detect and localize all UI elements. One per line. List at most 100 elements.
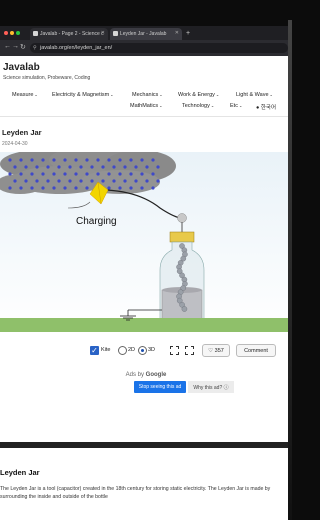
charge-particle bbox=[101, 179, 105, 183]
charge-particle bbox=[30, 172, 34, 176]
charge-particle bbox=[107, 172, 111, 176]
stop-seeing-ad-button[interactable]: Stop seeing this ad bbox=[134, 381, 186, 393]
charge-particle bbox=[140, 172, 144, 176]
divider bbox=[0, 116, 292, 117]
charge-particle bbox=[41, 158, 45, 162]
lock-icon: ⚲ bbox=[33, 45, 37, 51]
charge-particle bbox=[19, 158, 23, 162]
charge-particle bbox=[19, 186, 23, 190]
screen-bezel bbox=[288, 20, 292, 520]
back-icon[interactable]: ← bbox=[4, 43, 11, 50]
browser-tab[interactable]: Javalab - Page 2 - Science c ✕ bbox=[30, 28, 108, 40]
charge-particle bbox=[134, 179, 138, 183]
charge-particle bbox=[8, 172, 12, 176]
forward-icon[interactable]: → bbox=[12, 43, 19, 50]
chain-link bbox=[181, 306, 188, 312]
charge-particle bbox=[85, 186, 89, 190]
charge-particle bbox=[63, 186, 67, 190]
charge-particle bbox=[156, 165, 160, 169]
charge-particle bbox=[24, 165, 28, 169]
charge-particle bbox=[57, 165, 61, 169]
simulation-canvas[interactable] bbox=[0, 152, 292, 332]
grass-ground bbox=[0, 318, 292, 332]
menu-item-mathematics[interactable]: MathMatics⌄ bbox=[130, 103, 162, 109]
browser-tab-active[interactable]: Leyden Jar - Javalab ✕ bbox=[110, 28, 182, 40]
charge-particle bbox=[79, 165, 83, 169]
charge-particle bbox=[85, 172, 89, 176]
fullscreen-icon[interactable] bbox=[170, 346, 179, 355]
minimize-window-icon[interactable] bbox=[10, 31, 14, 35]
menu-item-korean[interactable]: ● 한국어 bbox=[256, 103, 276, 111]
menu-item-technology[interactable]: Technology⌄ bbox=[182, 103, 214, 109]
chevron-down-icon: ⌄ bbox=[34, 92, 38, 97]
charge-particle bbox=[35, 179, 39, 183]
menu-item-etc[interactable]: Etc⌄ bbox=[230, 103, 242, 109]
section-divider bbox=[0, 442, 292, 448]
chevron-down-icon: ⌄ bbox=[210, 103, 215, 108]
browser-address-bar: ← → ↻ ⚲ javalab.org/en/leyden_jar_en/ bbox=[0, 40, 292, 56]
charge-particle bbox=[8, 158, 12, 162]
charge-particle bbox=[46, 179, 50, 183]
charge-particle bbox=[151, 158, 155, 162]
charge-particle bbox=[151, 172, 155, 176]
charge-particle bbox=[35, 165, 39, 169]
chevron-down-icon: ⌄ bbox=[159, 103, 163, 108]
charge-particle bbox=[24, 179, 28, 183]
close-tab-icon[interactable]: ✕ bbox=[101, 30, 105, 36]
site-tagline: Science simulation, Probeware, Coding bbox=[3, 75, 91, 81]
main-menu: Measure⌄ Electricity & Magnetism⌄ Mechan… bbox=[0, 90, 292, 114]
chevron-down-icon: ⌄ bbox=[269, 92, 273, 97]
web-page: Javalab Science simulation, Probeware, C… bbox=[0, 56, 292, 520]
kite-label: Kite bbox=[101, 347, 111, 353]
comment-button[interactable]: Comment bbox=[236, 344, 276, 357]
menu-item-light-wave[interactable]: Light & Wave⌄ bbox=[236, 92, 273, 98]
charge-particle bbox=[112, 165, 116, 169]
charge-particle bbox=[74, 172, 78, 176]
menu-item-measure[interactable]: Measure⌄ bbox=[12, 92, 38, 98]
mode-2d-radio[interactable] bbox=[118, 346, 127, 355]
why-this-ad-button[interactable]: Why this ad? ⓘ bbox=[188, 381, 234, 393]
charge-particle bbox=[140, 186, 144, 190]
close-window-icon[interactable] bbox=[4, 31, 8, 35]
charge-particle bbox=[74, 158, 78, 162]
simulation-controls: ✓ Kite 2D 3D ♡ 357 Comment bbox=[0, 343, 292, 359]
favicon-icon bbox=[33, 31, 38, 36]
charge-particle bbox=[68, 165, 72, 169]
maximize-window-icon[interactable] bbox=[16, 31, 20, 35]
favicon-icon bbox=[113, 31, 118, 36]
charge-particle bbox=[96, 172, 100, 176]
jar-terminal-ball bbox=[177, 213, 187, 223]
close-tab-icon[interactable]: ✕ bbox=[175, 30, 179, 36]
charge-particle bbox=[30, 186, 34, 190]
menu-item-electricity[interactable]: Electricity & Magnetism⌄ bbox=[52, 92, 114, 98]
like-button[interactable]: ♡ 357 bbox=[202, 344, 230, 357]
article-title: Leyden Jar bbox=[0, 468, 40, 477]
kite-checkbox[interactable]: ✓ bbox=[90, 346, 99, 355]
charge-particle bbox=[63, 172, 67, 176]
charge-particle bbox=[52, 158, 56, 162]
post-title: Leyden Jar bbox=[2, 128, 42, 137]
charge-particle bbox=[145, 179, 149, 183]
charge-particle bbox=[112, 179, 116, 183]
mode-3d-radio[interactable] bbox=[138, 346, 147, 355]
charge-particle bbox=[140, 158, 144, 162]
charge-particle bbox=[57, 179, 61, 183]
site-title[interactable]: Javalab bbox=[3, 62, 40, 73]
charge-particle bbox=[156, 179, 160, 183]
charge-particle bbox=[123, 165, 127, 169]
charge-particle bbox=[46, 165, 50, 169]
menu-item-mechanics[interactable]: Mechanics⌄ bbox=[132, 92, 163, 98]
charge-particle bbox=[68, 179, 72, 183]
expand-icon[interactable] bbox=[185, 346, 194, 355]
charge-particle bbox=[74, 186, 78, 190]
charge-particle bbox=[8, 186, 12, 190]
leyden-jar-simulation[interactable]: Charging bbox=[0, 152, 292, 332]
new-tab-button[interactable]: + bbox=[184, 28, 194, 40]
charge-particle bbox=[107, 186, 111, 190]
reload-icon[interactable]: ↻ bbox=[20, 43, 26, 51]
charge-particle bbox=[30, 158, 34, 162]
menu-item-work-energy[interactable]: Work & Energy⌄ bbox=[178, 92, 219, 98]
mode-3d-label: 3D bbox=[148, 347, 156, 353]
url-field[interactable]: ⚲ javalab.org/en/leyden_jar_en/ bbox=[30, 43, 288, 53]
charge-particle bbox=[129, 158, 133, 162]
